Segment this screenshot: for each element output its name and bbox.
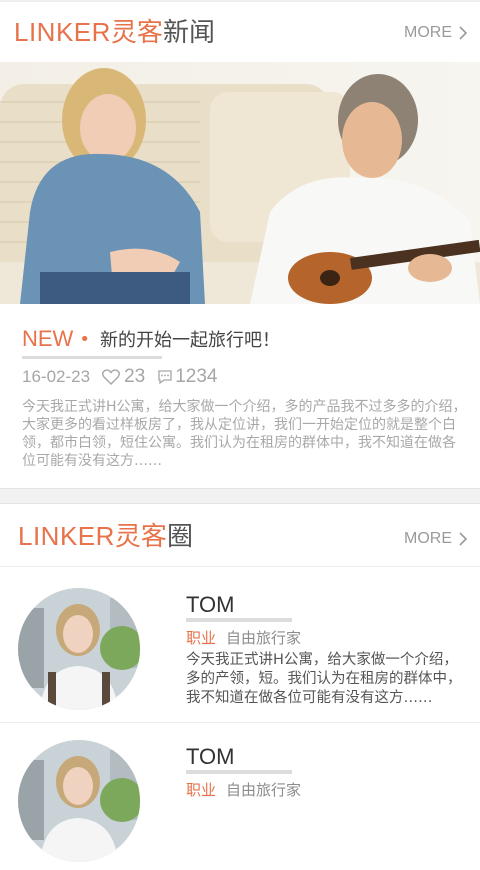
- person-role: 职业 自由旅行家: [186, 779, 301, 800]
- brand-cn: 灵客: [114, 522, 167, 552]
- brand-latin: LINKER: [14, 17, 111, 47]
- news-date: 16-02-23: [22, 367, 91, 386]
- avatar[interactable]: [18, 740, 140, 862]
- like-count: 23: [124, 366, 146, 387]
- news-section-title: LINKER灵客新闻: [14, 16, 215, 49]
- circle-more-button[interactable]: MORE: [404, 530, 468, 548]
- person-name[interactable]: TOM: [186, 744, 234, 770]
- list-item[interactable]: TOM 职业 自由旅行家 今天我正式讲H公寓，给大家做一个介绍，多的产领，短。我…: [0, 580, 480, 720]
- avatar-photo-icon: [18, 740, 140, 862]
- new-tag: NEW: [22, 326, 74, 351]
- news-section-header: LINKER灵客新闻 MORE: [0, 2, 480, 62]
- brand-suffix: 圈: [166, 522, 193, 552]
- circle-header-divider: [0, 566, 480, 567]
- news-meta: 16-02-23 23 1234: [22, 366, 217, 388]
- more-label: MORE: [404, 530, 452, 547]
- news-hero-image[interactable]: [0, 62, 480, 304]
- brand-latin: LINKER: [18, 521, 115, 551]
- photo-couple-guitar-icon: [0, 62, 480, 304]
- comment-icon[interactable]: [157, 369, 173, 385]
- chevron-right-icon: [459, 26, 468, 40]
- section-separator: [0, 488, 480, 504]
- news-headline[interactable]: NEW • 新的开始一起旅行吧！: [22, 326, 280, 352]
- headline-underline: [22, 356, 162, 359]
- brand-suffix: 新闻: [162, 18, 215, 48]
- dot-separator-icon: •: [79, 328, 90, 350]
- circle-section-title: LINKER灵客圈: [18, 520, 193, 553]
- role-key: 职业: [186, 781, 217, 799]
- news-title: 新的开始一起旅行吧！: [99, 330, 280, 351]
- person-role: 职业 自由旅行家: [186, 627, 301, 648]
- news-excerpt: 今天我正式讲H公寓，给大家做一个介绍，多的产品我不过多多的介绍，大家更多的看过样…: [22, 399, 467, 469]
- comment-count: 1234: [175, 366, 218, 387]
- name-underline: [186, 770, 292, 774]
- brand-cn: 灵客: [110, 18, 163, 48]
- list-divider: [0, 722, 480, 723]
- news-more-button[interactable]: MORE: [404, 24, 468, 42]
- avatar-photo-icon: [18, 588, 140, 710]
- role-value: 自由旅行家: [226, 781, 302, 799]
- person-name[interactable]: TOM: [186, 592, 234, 618]
- name-underline: [186, 618, 292, 622]
- role-value: 自由旅行家: [226, 629, 302, 647]
- avatar[interactable]: [18, 588, 140, 710]
- role-key: 职业: [186, 629, 217, 647]
- heart-icon[interactable]: [102, 369, 121, 385]
- list-item[interactable]: TOM 职业 自由旅行家: [0, 730, 480, 870]
- more-label: MORE: [404, 24, 452, 41]
- chevron-right-icon: [459, 532, 468, 546]
- person-desc: 今天我正式讲H公寓，给大家做一个介绍，多的产领，短。我们认为在租房的群体中，我不…: [186, 652, 462, 706]
- circle-section-header: LINKER灵客圈 MORE: [0, 506, 480, 566]
